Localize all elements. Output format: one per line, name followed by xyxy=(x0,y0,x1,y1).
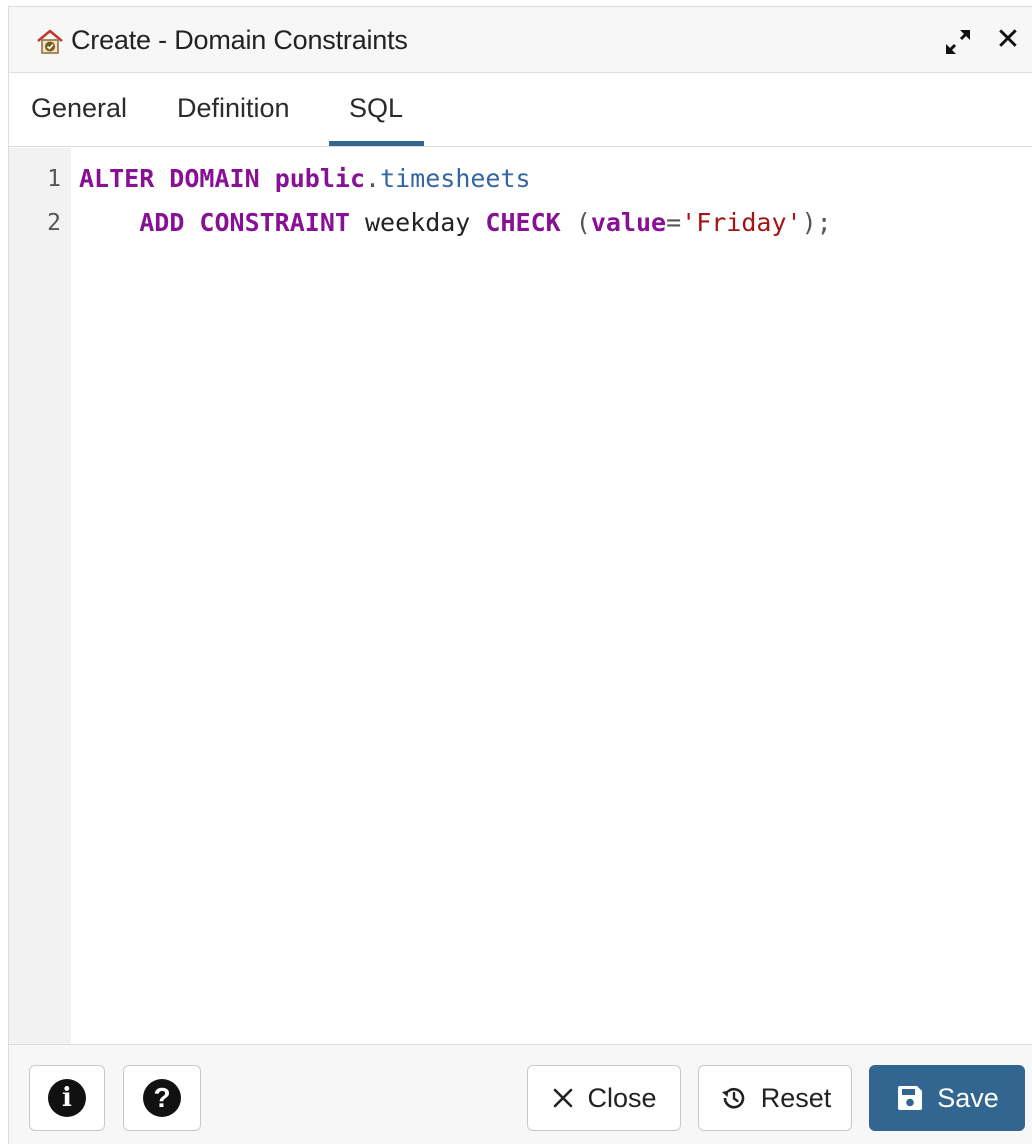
floppy-disk-icon xyxy=(895,1083,925,1113)
sql-punctuation: ); xyxy=(801,208,832,237)
create-domain-constraints-dialog: Create - Domain Constraints ✕ General De… xyxy=(8,6,1032,1144)
sql-identifier: timesheets xyxy=(380,164,531,193)
dialog-footer: i ? Close Reset Save xyxy=(9,1044,1032,1144)
sql-punctuation: . xyxy=(365,164,381,193)
sql-identifier: weekday xyxy=(365,208,471,237)
sql-keyword: public xyxy=(274,164,365,193)
close-button[interactable]: Close xyxy=(527,1065,681,1131)
line-number: 1 xyxy=(47,166,61,192)
info-button[interactable]: i xyxy=(29,1065,105,1131)
code-line: ADD CONSTRAINT weekday CHECK (value='Fri… xyxy=(79,208,832,237)
close-icon[interactable]: ✕ xyxy=(991,23,1025,57)
dialog-title: Create - Domain Constraints xyxy=(71,25,408,55)
sql-keyword: value xyxy=(590,208,667,237)
help-button[interactable]: ? xyxy=(123,1065,201,1131)
line-number: 2 xyxy=(47,210,61,236)
line-number-gutter: 1 2 xyxy=(9,148,71,1044)
sql-string: 'Friday' xyxy=(681,208,802,237)
sql-editor[interactable]: 1 2 ALTER DOMAIN public.timesheets ADD C… xyxy=(9,148,1032,1044)
expand-arrows-icon[interactable] xyxy=(941,25,975,59)
info-icon: i xyxy=(48,1079,86,1117)
tab-general[interactable]: General xyxy=(31,93,127,124)
tab-sql[interactable]: SQL xyxy=(349,93,403,124)
reset-button-label: Reset xyxy=(760,1082,832,1113)
dialog-header: Create - Domain Constraints ✕ xyxy=(9,7,1032,73)
code-line: ALTER DOMAIN public.timesheets xyxy=(79,164,531,193)
domain-constraint-icon xyxy=(35,27,65,57)
sql-keyword: CHECK xyxy=(485,208,561,237)
sql-keyword: ALTER DOMAIN xyxy=(79,164,260,193)
x-icon xyxy=(551,1086,575,1110)
sql-operator: = xyxy=(666,208,682,237)
active-tab-indicator xyxy=(329,141,424,146)
tab-bar: General Definition SQL xyxy=(9,73,1032,147)
close-button-label: Close xyxy=(587,1082,657,1113)
save-button[interactable]: Save xyxy=(869,1065,1025,1131)
sql-punctuation: ( xyxy=(575,208,591,237)
tab-definition[interactable]: Definition xyxy=(177,93,290,124)
reset-icon xyxy=(719,1083,749,1113)
save-button-label: Save xyxy=(937,1082,999,1113)
help-icon: ? xyxy=(143,1079,181,1117)
reset-button[interactable]: Reset xyxy=(698,1065,852,1131)
sql-keyword: ADD CONSTRAINT xyxy=(139,208,350,237)
